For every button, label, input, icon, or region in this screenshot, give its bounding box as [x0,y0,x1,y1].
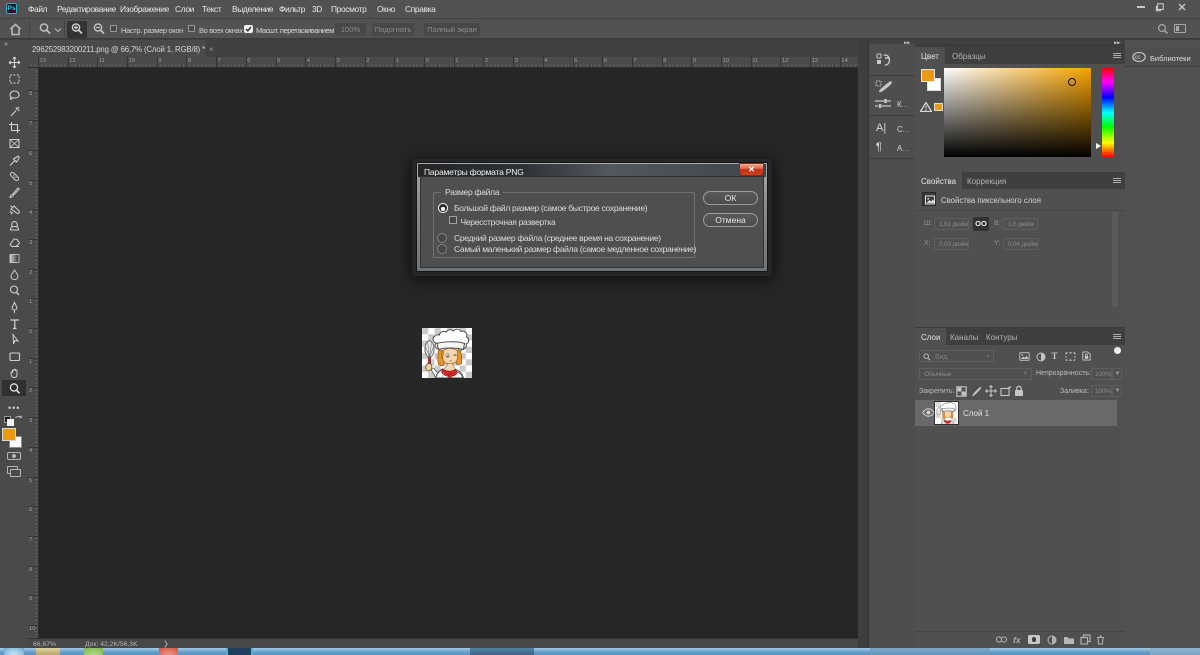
svg-text:cc: cc [1135,55,1141,61]
